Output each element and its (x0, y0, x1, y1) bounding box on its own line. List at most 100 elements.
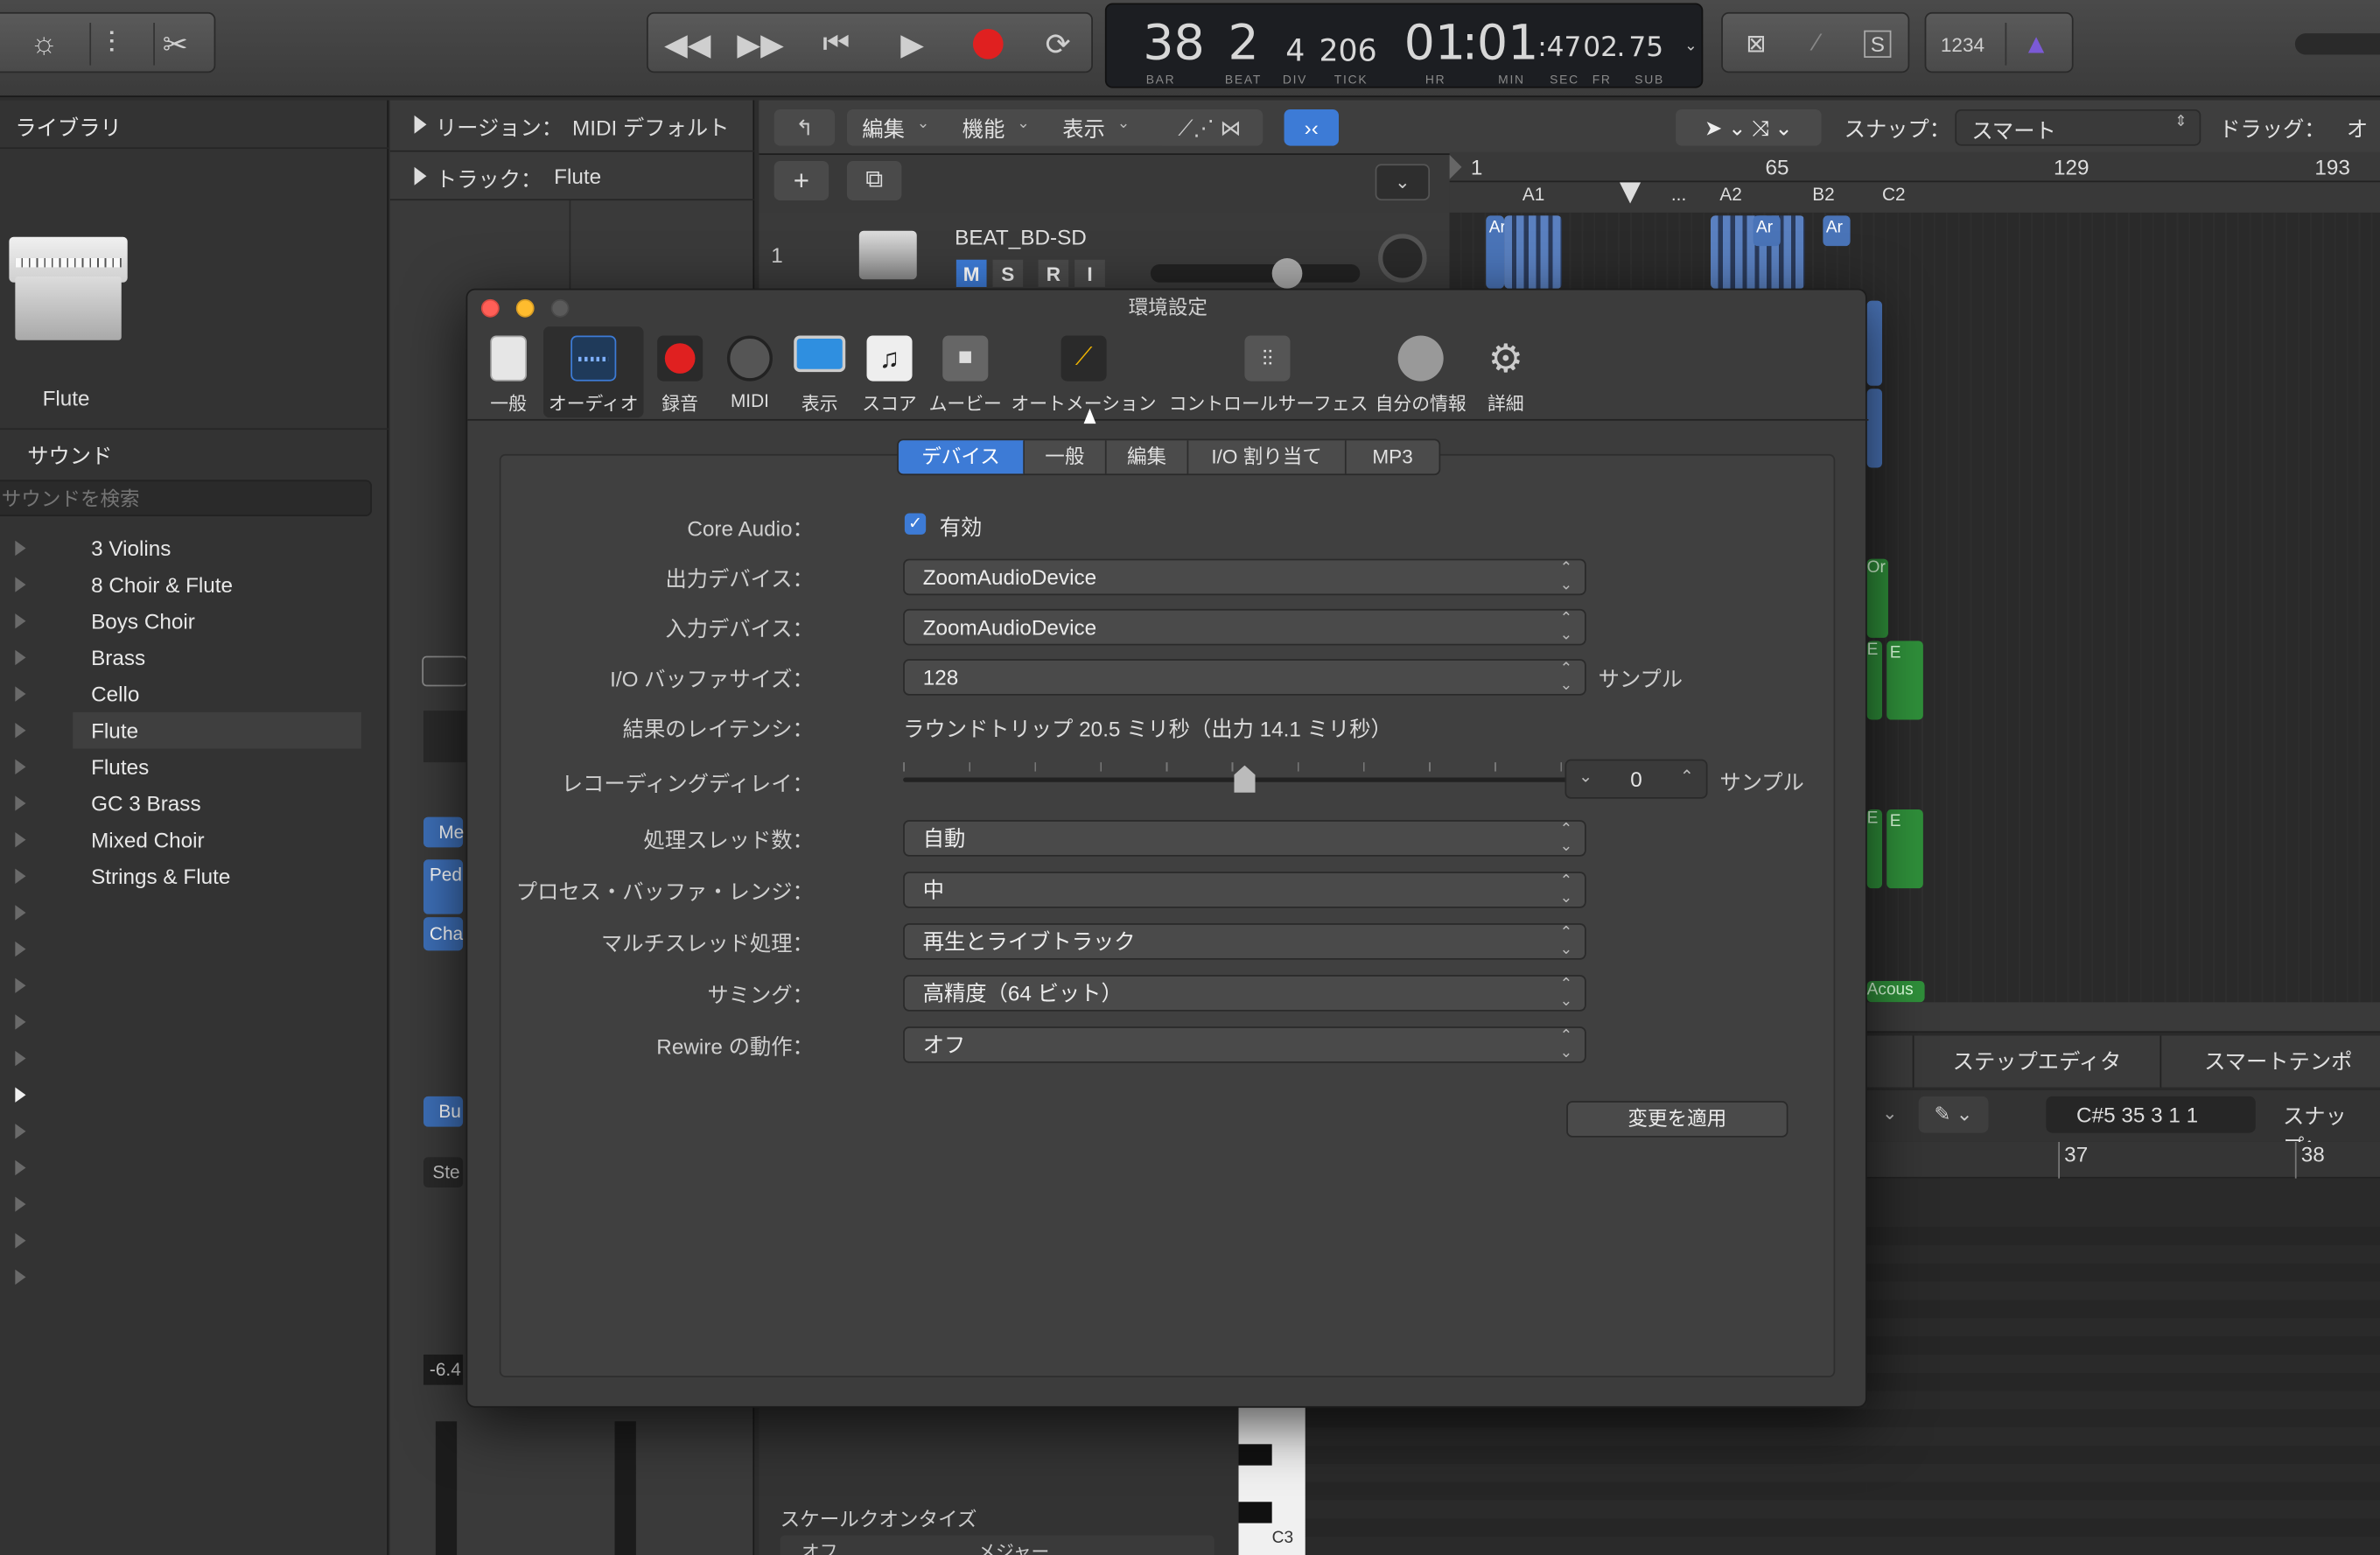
disclosure-triangle-icon[interactable] (15, 941, 26, 957)
global-tracks-icon[interactable]: ⌄ (1375, 164, 1431, 201)
disclosure-triangle-icon[interactable] (15, 1124, 26, 1139)
disclosure-triangle-icon[interactable] (15, 905, 26, 921)
eq-thumbnail[interactable] (423, 711, 466, 763)
bus-send-slot[interactable]: Bu (423, 1096, 464, 1127)
multithread-select[interactable]: 再生とライブトラック ⌃ ⌄ (903, 923, 1586, 960)
tab-step-editor[interactable]: ステップエディタ (1912, 1035, 2162, 1088)
tab-smart-tempo[interactable]: スマートテンポ (2165, 1036, 2380, 1088)
disclosure-triangle-icon[interactable] (15, 723, 26, 739)
buffer-size-select[interactable]: 128 ⌃ ⌄ (903, 659, 1586, 696)
stereo-out-slot[interactable]: Ste (423, 1157, 464, 1188)
disclosure-triangle-icon[interactable] (15, 540, 26, 557)
solo-mode-icon[interactable]: S (1857, 23, 1900, 66)
track-header[interactable]: トラック： Flute (389, 152, 755, 201)
pref-movie[interactable]: ■ ムービー (926, 326, 1004, 417)
input-device-select[interactable]: ZoomAudioDevice ⌃ ⌄ (903, 608, 1586, 646)
disclosure-triangle-icon[interactable] (15, 977, 26, 993)
region-disclosure-icon[interactable] (414, 115, 427, 134)
count-in-button[interactable]: 1234 (1929, 23, 1996, 66)
library-item[interactable]: Boys Choir (73, 603, 361, 640)
metronome-icon[interactable]: ▲ (2005, 23, 2066, 66)
audio-region-acous[interactable]: Acous (1866, 981, 1925, 1003)
mixer-sliders-icon[interactable]: ⫶ (89, 23, 132, 66)
duplicate-track-icon[interactable]: ⧉ (846, 160, 902, 201)
pref-score[interactable]: ♫ スコア (856, 326, 922, 417)
lcd-chevron-down-icon[interactable]: ⌄ (1682, 31, 1700, 61)
disclosure-triangle-icon[interactable] (15, 868, 26, 884)
tab-editing[interactable]: 編集 (1107, 440, 1189, 474)
plugin-slot-pedal[interactable]: Ped (423, 859, 464, 914)
plugin-slot-chorus[interactable]: Cha (423, 917, 463, 951)
pref-my-info[interactable]: 自分の情報 (1372, 326, 1469, 417)
audio-region-1[interactable]: Ar (1486, 215, 1506, 289)
record-button[interactable] (958, 23, 1018, 66)
inspector-button[interactable] (422, 655, 468, 687)
menu-edit[interactable]: 編集 (862, 114, 905, 144)
pointer-tool-icon[interactable]: ➤ ⌄ ⤨ ⌄ (1676, 109, 1822, 146)
timeline-ruler[interactable]: 1 65 129 193 A1 ... A2 B2 C2 (1449, 151, 2380, 213)
disclosure-triangle-icon[interactable] (15, 686, 26, 702)
channel-fader-1[interactable] (435, 1421, 458, 1555)
pref-control-surfaces[interactable]: ⫶⫶ コントロールサーフェス (1169, 326, 1368, 417)
disclosure-triangle-icon[interactable] (15, 795, 26, 811)
audio-region-waveforms[interactable] (1504, 215, 1563, 289)
stepper-up-icon[interactable]: ⌃ (1680, 767, 1694, 787)
process-buffer-select[interactable]: 中 ⌃ ⌄ (903, 872, 1586, 908)
scissors-icon[interactable]: ✂ (153, 23, 196, 66)
disclosure-triangle-icon[interactable] (15, 649, 26, 666)
output-device-select[interactable]: ZoomAudioDevice ⌃ ⌄ (903, 558, 1586, 596)
threads-select[interactable]: 自動 ⌃ ⌄ (903, 820, 1586, 857)
midi-region-1[interactable]: Or (1866, 558, 1888, 638)
pencil-tool-icon[interactable]: ✎ ⌄ (1918, 1096, 1989, 1133)
scale-quantize-major[interactable]: メジャー (977, 1538, 1049, 1555)
menu-functions[interactable]: 機能 (962, 114, 1005, 144)
brightness-icon[interactable]: ☼ (23, 23, 66, 66)
editor-chevron-icon[interactable]: ⌄ (1882, 1103, 1897, 1124)
solo-button[interactable]: S (992, 259, 1024, 287)
note-position-display[interactable]: C#5 35 3 1 1 (2046, 1096, 2256, 1133)
back-arrow-icon[interactable]: ↰ (774, 109, 836, 146)
core-audio-checkbox[interactable]: ✓ (904, 513, 927, 535)
pref-recording[interactable]: 録音 (647, 326, 713, 417)
midi-region-2[interactable]: E (1866, 641, 1883, 720)
piano-roll-grid[interactable] (1866, 1215, 2380, 1555)
library-item[interactable]: Strings & Flute (73, 858, 361, 894)
pref-general[interactable]: 一般 (473, 326, 543, 417)
tab-io-assignments[interactable]: I/O 割り当て (1188, 440, 1347, 474)
disclosure-triangle-icon[interactable] (15, 1014, 26, 1030)
summing-select[interactable]: 高精度（64 ビット） ⌃ ⌄ (903, 975, 1586, 1012)
recording-delay-slider[interactable] (903, 756, 1586, 802)
fast-forward-button[interactable]: ▶▶ (730, 23, 790, 66)
blue-region-b[interactable] (1866, 389, 1883, 468)
pref-advanced[interactable]: ⚙ 詳細 (1473, 326, 1539, 417)
disclosure-triangle-icon[interactable] (15, 1087, 26, 1103)
track-row-header[interactable]: 1 BEAT_BD-SD M S R I (759, 212, 1450, 289)
cycle-button[interactable]: ⟳ (1027, 23, 1088, 66)
playhead-icon[interactable] (1619, 182, 1642, 204)
recording-delay-stepper[interactable]: ⌄ 0 ⌃ (1564, 759, 1708, 799)
apply-changes-button[interactable]: 変更を適用 (1566, 1101, 1788, 1138)
library-item[interactable]: Brass (73, 640, 361, 676)
pref-automation[interactable]: ⟋ オートメーション (1011, 326, 1157, 417)
play-button[interactable]: ▶ (882, 23, 942, 66)
pref-audio[interactable]: オーディオ (543, 326, 644, 418)
midi-region-4[interactable]: E (1866, 809, 1883, 889)
scale-quantize-off[interactable]: オフ (802, 1538, 838, 1555)
rewind-button[interactable]: ◀◀ (657, 23, 718, 66)
mute-button[interactable]: M (956, 259, 987, 287)
disclosure-triangle-icon[interactable] (15, 1196, 26, 1212)
disclosure-triangle-icon[interactable] (15, 831, 26, 848)
track-volume-slider[interactable] (1150, 258, 1361, 289)
library-item[interactable]: Flutes (73, 749, 361, 786)
audio-region-3[interactable]: Ar (1823, 215, 1851, 247)
marker-a2[interactable]: A2 (1719, 184, 1741, 205)
disclosure-triangle-icon[interactable] (15, 759, 26, 775)
pref-midi[interactable]: MIDI (717, 326, 783, 417)
editor-ruler[interactable]: 37 38 (1866, 1141, 2380, 1179)
disclosure-triangle-icon[interactable] (15, 577, 26, 592)
midi-region-5[interactable]: E (1886, 809, 1923, 889)
marker-b2[interactable]: B2 (1812, 184, 1834, 205)
library-item[interactable]: Flute (73, 711, 361, 749)
disclosure-triangle-icon[interactable] (15, 1233, 26, 1249)
marker-c2[interactable]: C2 (1882, 184, 1906, 205)
